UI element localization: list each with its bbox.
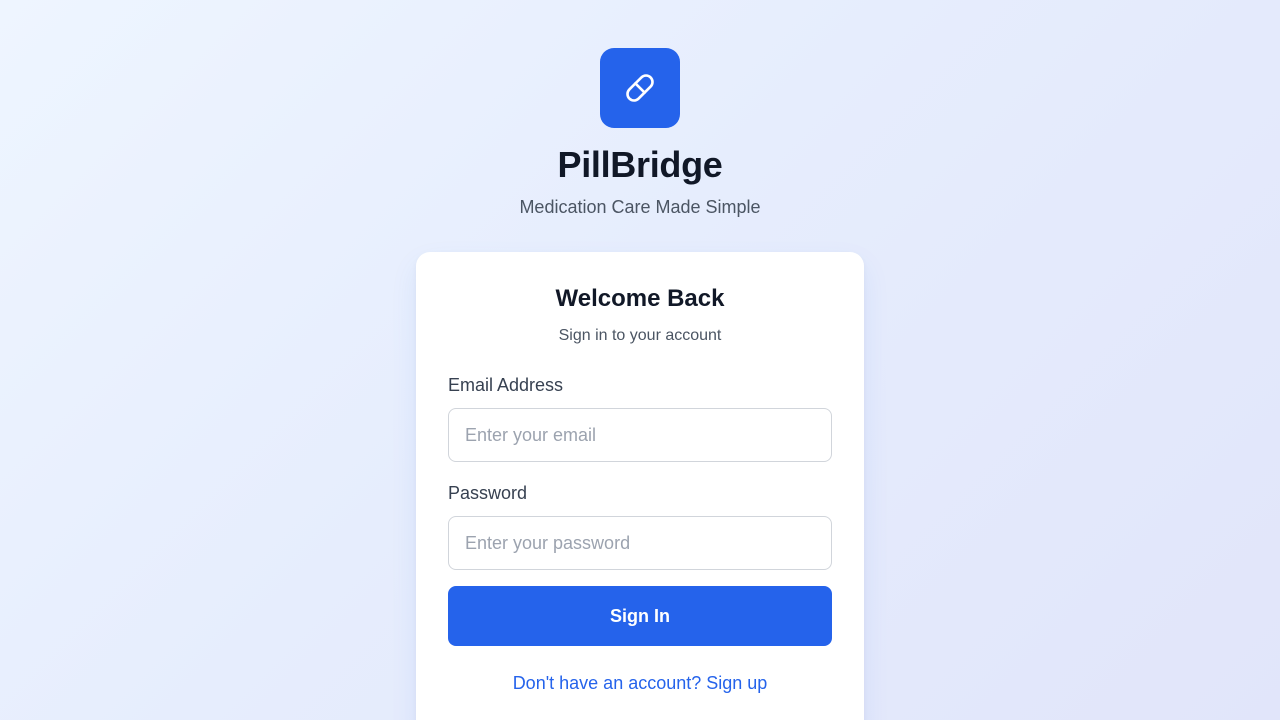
app-name: PillBridge (557, 144, 723, 185)
card-title: Welcome Back (555, 285, 725, 312)
email-input[interactable] (448, 408, 832, 462)
pill-icon (626, 74, 654, 102)
password-input[interactable] (448, 516, 832, 570)
brand-header: PillBridge Medication Care Made Simple (0, 48, 1280, 218)
password-label: Password (448, 483, 528, 503)
sign-in-button[interactable]: Sign In (448, 586, 832, 646)
login-card: Welcome Back Sign in to your account Ema… (416, 252, 864, 720)
app-tagline: Medication Care Made Simple (519, 197, 761, 217)
app-logo (600, 48, 680, 128)
signup-row: Don't have an account? Sign up (448, 672, 832, 694)
card-subtitle: Sign in to your account (558, 327, 722, 344)
sign-up-link[interactable]: Don't have an account? Sign up (513, 673, 768, 693)
email-label: Email Address (448, 375, 564, 395)
